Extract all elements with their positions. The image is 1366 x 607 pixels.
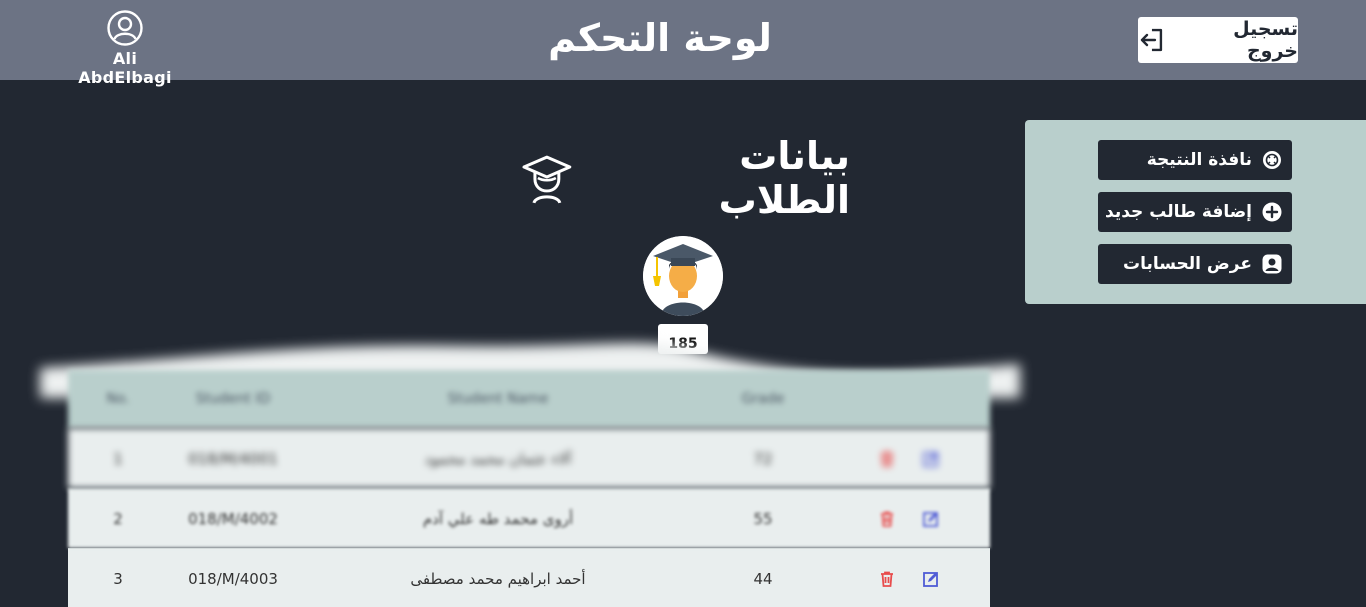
user-profile[interactable]: Ali AbdElbagi (68, 10, 182, 87)
sidebar-item-label: عرض الحسابات (1123, 254, 1252, 274)
section-title: بيانات الطلاب (520, 134, 850, 222)
user-name: Ali AbdElbagi (78, 49, 172, 87)
delete-icon[interactable] (878, 570, 896, 588)
result-icon (1263, 151, 1281, 169)
edit-icon[interactable] (922, 510, 940, 528)
account-icon (1262, 254, 1282, 274)
student-id: 018/M/4002 (188, 509, 278, 528)
row-number: 1 (113, 449, 123, 468)
student-name: أروى محمد طه علي آدم (422, 509, 574, 528)
section-title-text: بيانات الطلاب (718, 134, 850, 222)
column-header[interactable]: No. (68, 391, 168, 407)
plus-circle-icon (1262, 202, 1282, 222)
top-bar: Ali AbdElbagi لوحة التحكم تسجيل خروج (0, 0, 1366, 87)
student-grade: 44 (753, 569, 773, 588)
column-header[interactable]: Grade (698, 391, 828, 407)
row-actions (828, 570, 990, 588)
student-grade: 72 (753, 449, 773, 468)
student-id: 018/M/4003 (188, 569, 278, 588)
student-grade: 55 (753, 509, 773, 528)
student-id: 018/M/4001 (188, 449, 278, 468)
user-avatar-icon (107, 10, 143, 46)
edit-icon[interactable] (922, 450, 940, 468)
result-window-button[interactable]: نافذة النتيجة (1098, 140, 1292, 180)
students-table: No. Student ID Student Name Grade 1 018/… (68, 370, 990, 607)
graduate-icon (522, 155, 572, 204)
view-accounts-button[interactable]: عرض الحسابات (1098, 244, 1292, 284)
logout-button[interactable]: تسجيل خروج (1138, 17, 1298, 63)
student-name: آلاء عثمان محمد محمود (424, 449, 572, 468)
column-header[interactable]: Student ID (168, 391, 298, 407)
table-row: 2 018/M/4002 أروى محمد طه علي آدم 55 (68, 488, 990, 548)
table-row: 1 018/M/4001 آلاء عثمان محمد محمود 72 (68, 428, 990, 488)
logout-icon (1140, 28, 1163, 52)
row-actions (828, 510, 990, 528)
table-row: 3 018/M/4003 أحمد ابراهيم محمد مصطفى 44 (68, 548, 990, 607)
row-actions (828, 450, 990, 468)
column-header[interactable]: Student Name (298, 391, 698, 407)
sidebar-item-label: نافذة النتيجة (1146, 150, 1252, 170)
row-number: 3 (113, 569, 123, 588)
table-header: No. Student ID Student Name Grade (68, 370, 990, 428)
logout-label: تسجيل خروج (1233, 18, 1298, 62)
delete-icon[interactable] (878, 450, 896, 468)
row-number: 2 (113, 509, 123, 528)
delete-icon[interactable] (878, 510, 896, 528)
student-name: أحمد ابراهيم محمد مصطفى (410, 569, 586, 588)
student-avatar (643, 236, 723, 316)
students-table-area: No. Student ID Student Name Grade 1 018/… (40, 338, 1020, 607)
side-menu: نافذة النتيجة إضافة طالب جديد عرض الحساب… (1025, 120, 1366, 304)
edit-icon[interactable] (922, 570, 940, 588)
app-title: لوحة التحكم (548, 16, 772, 60)
student-graduate-icon (643, 236, 723, 316)
add-student-button[interactable]: إضافة طالب جديد (1098, 192, 1292, 232)
sidebar-item-label: إضافة طالب جديد (1105, 202, 1252, 222)
